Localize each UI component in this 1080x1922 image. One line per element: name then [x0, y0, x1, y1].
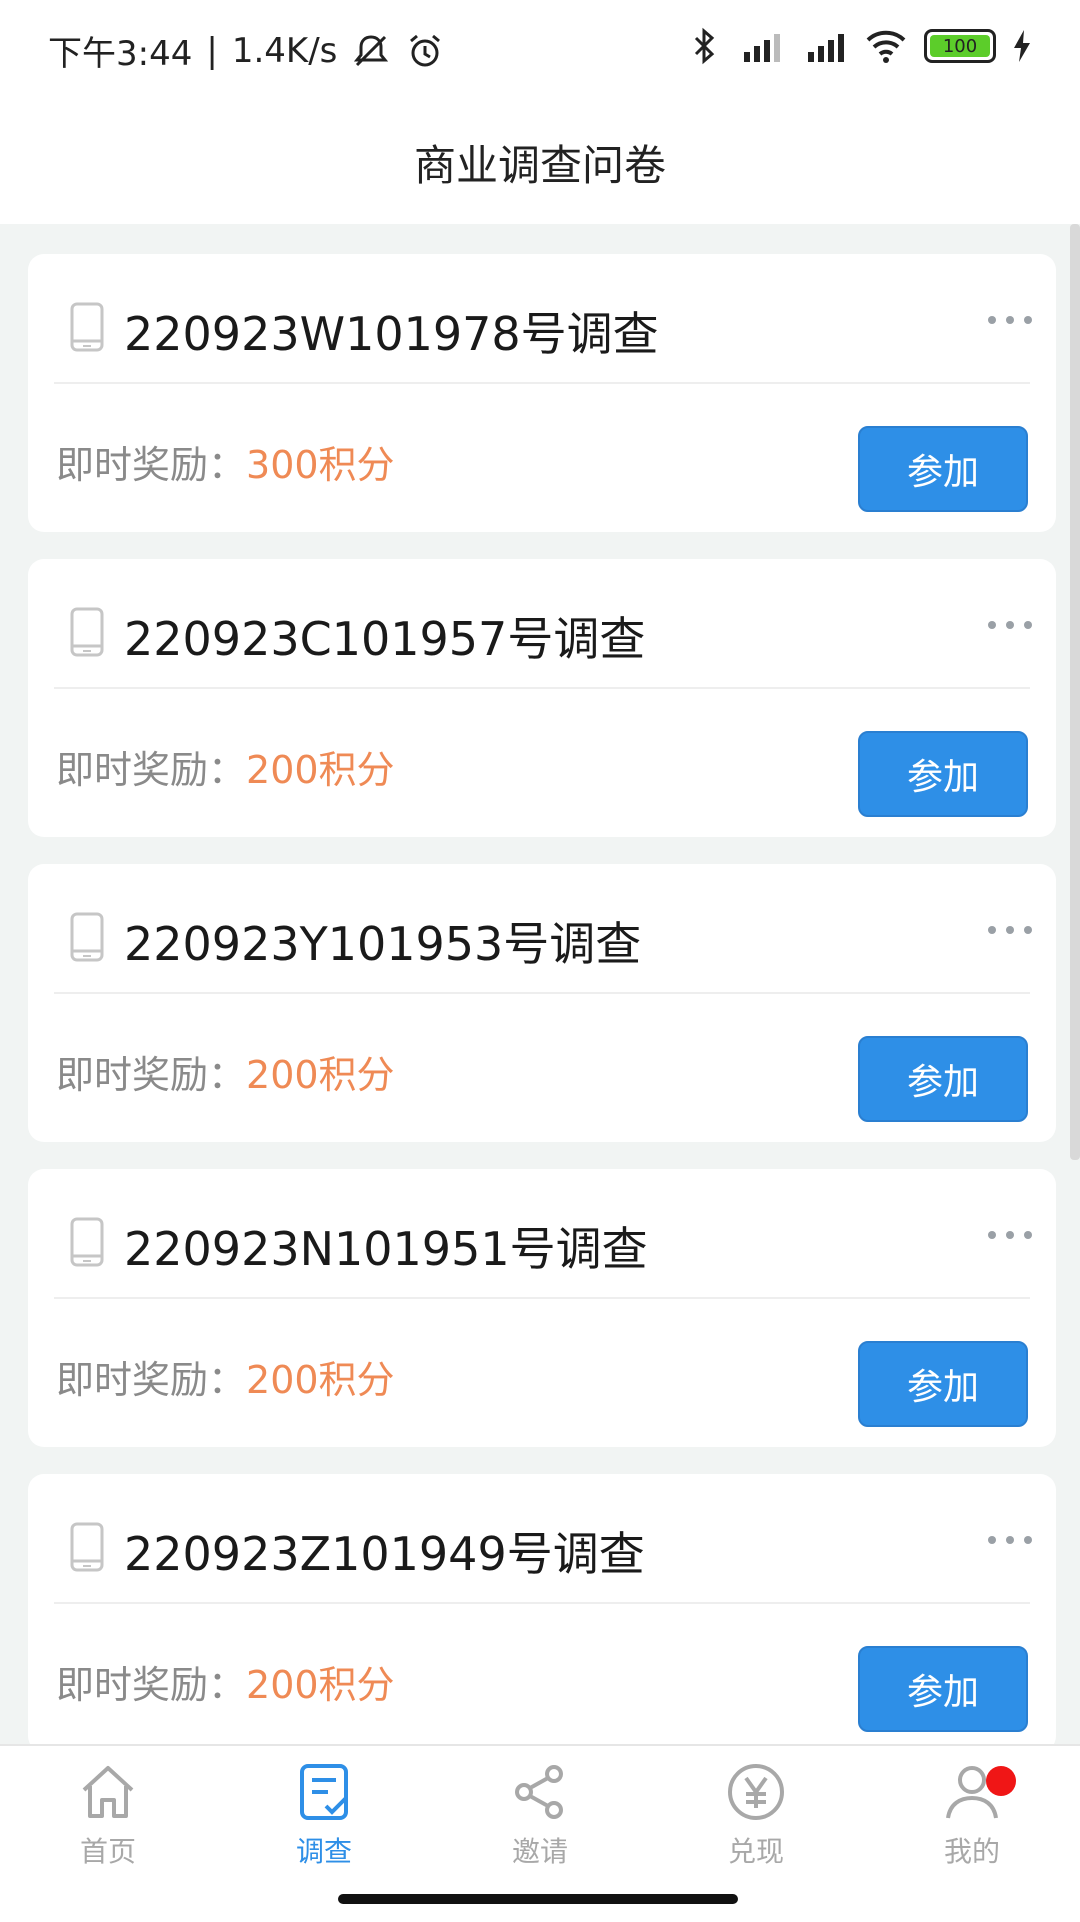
reward-points: 200积分	[246, 1358, 395, 1402]
more-options-icon[interactable]	[988, 621, 1032, 629]
reward-info: 即时奖励：200积分	[56, 1349, 395, 1404]
survey-title: 220923Y101953号调查	[124, 917, 642, 971]
phone-icon	[70, 607, 104, 657]
network-speed: 1.4K/s	[231, 30, 338, 71]
survey-card: 220923Z101949号调查 即时奖励：200积分 参加	[28, 1474, 1056, 1744]
status-separator: |	[206, 30, 218, 71]
reward-label: 即时奖励：	[56, 1053, 247, 1097]
reward-label: 即时奖励：	[56, 1358, 247, 1402]
home-icon	[82, 1766, 134, 1818]
share-icon	[515, 1765, 563, 1819]
survey-list[interactable]: 220923W101978号调查 即时奖励：300积分 参加 220923C10…	[0, 224, 1080, 1744]
more-options-icon[interactable]	[988, 926, 1032, 934]
phone-icon	[70, 302, 104, 352]
tab-redeem[interactable]: 兑现	[648, 1760, 864, 1870]
reward-info: 即时奖励：200积分	[56, 1044, 395, 1099]
bluetooth-icon	[694, 27, 715, 65]
survey-title: 220923N101951号调查	[124, 1222, 648, 1276]
mute-icon	[354, 34, 389, 66]
reward-points: 200积分	[246, 1053, 395, 1097]
tab-home[interactable]: 首页	[0, 1760, 216, 1870]
tab-label: 我的	[943, 1835, 1000, 1868]
join-button[interactable]: 参加	[858, 1646, 1028, 1732]
battery-indicator: 100	[924, 29, 996, 63]
reward-label: 即时奖励：	[56, 748, 247, 792]
scrollbar[interactable]	[1070, 224, 1080, 1160]
reward-info: 即时奖励：200积分	[56, 739, 395, 794]
app-header: 商业调查问卷	[0, 100, 1080, 224]
wifi-icon	[866, 30, 906, 63]
tab-mine[interactable]: 我的	[864, 1760, 1080, 1870]
phone-icon	[70, 912, 104, 962]
charging-icon	[1014, 30, 1030, 62]
survey-card: 220923N101951号调查 即时奖励：200积分 参加	[28, 1169, 1056, 1447]
survey-title: 220923Z101949号调查	[124, 1527, 645, 1581]
reward-label: 即时奖励：	[56, 1663, 247, 1707]
reward-info: 即时奖励：200积分	[56, 1654, 395, 1709]
status-left: 下午3:44 | 1.4K/s	[48, 26, 445, 75]
tab-survey[interactable]: 调查	[216, 1760, 432, 1870]
home-indicator[interactable]	[338, 1894, 738, 1904]
more-options-icon[interactable]	[988, 1536, 1032, 1544]
join-button[interactable]: 参加	[858, 1036, 1028, 1122]
survey-card: 220923Y101953号调查 即时奖励：200积分 参加	[28, 864, 1056, 1142]
join-button[interactable]: 参加	[858, 426, 1028, 512]
phone-icon	[70, 1522, 104, 1572]
reward-points: 300积分	[246, 443, 395, 487]
notification-badge	[986, 1766, 1016, 1796]
tab-invite[interactable]: 邀请	[432, 1760, 648, 1870]
phone-icon	[70, 1217, 104, 1267]
survey-card: 220923W101978号调查 即时奖励：300积分 参加	[28, 254, 1056, 532]
tab-label: 兑现	[727, 1835, 784, 1868]
survey-card: 220923C101957号调查 即时奖励：200积分 参加	[28, 559, 1056, 837]
more-options-icon[interactable]	[988, 1231, 1032, 1239]
yen-icon	[728, 1764, 784, 1820]
alarm-icon	[410, 34, 441, 66]
status-time: 下午3:44	[48, 34, 193, 74]
signal-icon	[744, 34, 780, 62]
more-options-icon[interactable]	[988, 316, 1032, 324]
tab-label: 调查	[295, 1835, 352, 1868]
tab-label: 邀请	[511, 1835, 568, 1868]
reward-label: 即时奖励：	[56, 443, 247, 487]
survey-icon	[300, 1764, 348, 1820]
reward-points: 200积分	[246, 748, 395, 792]
survey-title: 220923W101978号调查	[124, 307, 659, 361]
join-button[interactable]: 参加	[858, 731, 1028, 817]
battery-level: 100	[942, 35, 978, 57]
status-bar: 下午3:44 | 1.4K/s 100	[0, 0, 1080, 100]
survey-title: 220923C101957号调查	[124, 612, 646, 666]
reward-info: 即时奖励：300积分	[56, 434, 395, 489]
signal-icon	[808, 34, 844, 62]
tab-label: 首页	[79, 1835, 136, 1868]
reward-points: 200积分	[246, 1663, 395, 1707]
page-title: 商业调查问卷	[413, 140, 666, 190]
join-button[interactable]: 参加	[858, 1341, 1028, 1427]
status-right: 100	[690, 26, 1032, 66]
